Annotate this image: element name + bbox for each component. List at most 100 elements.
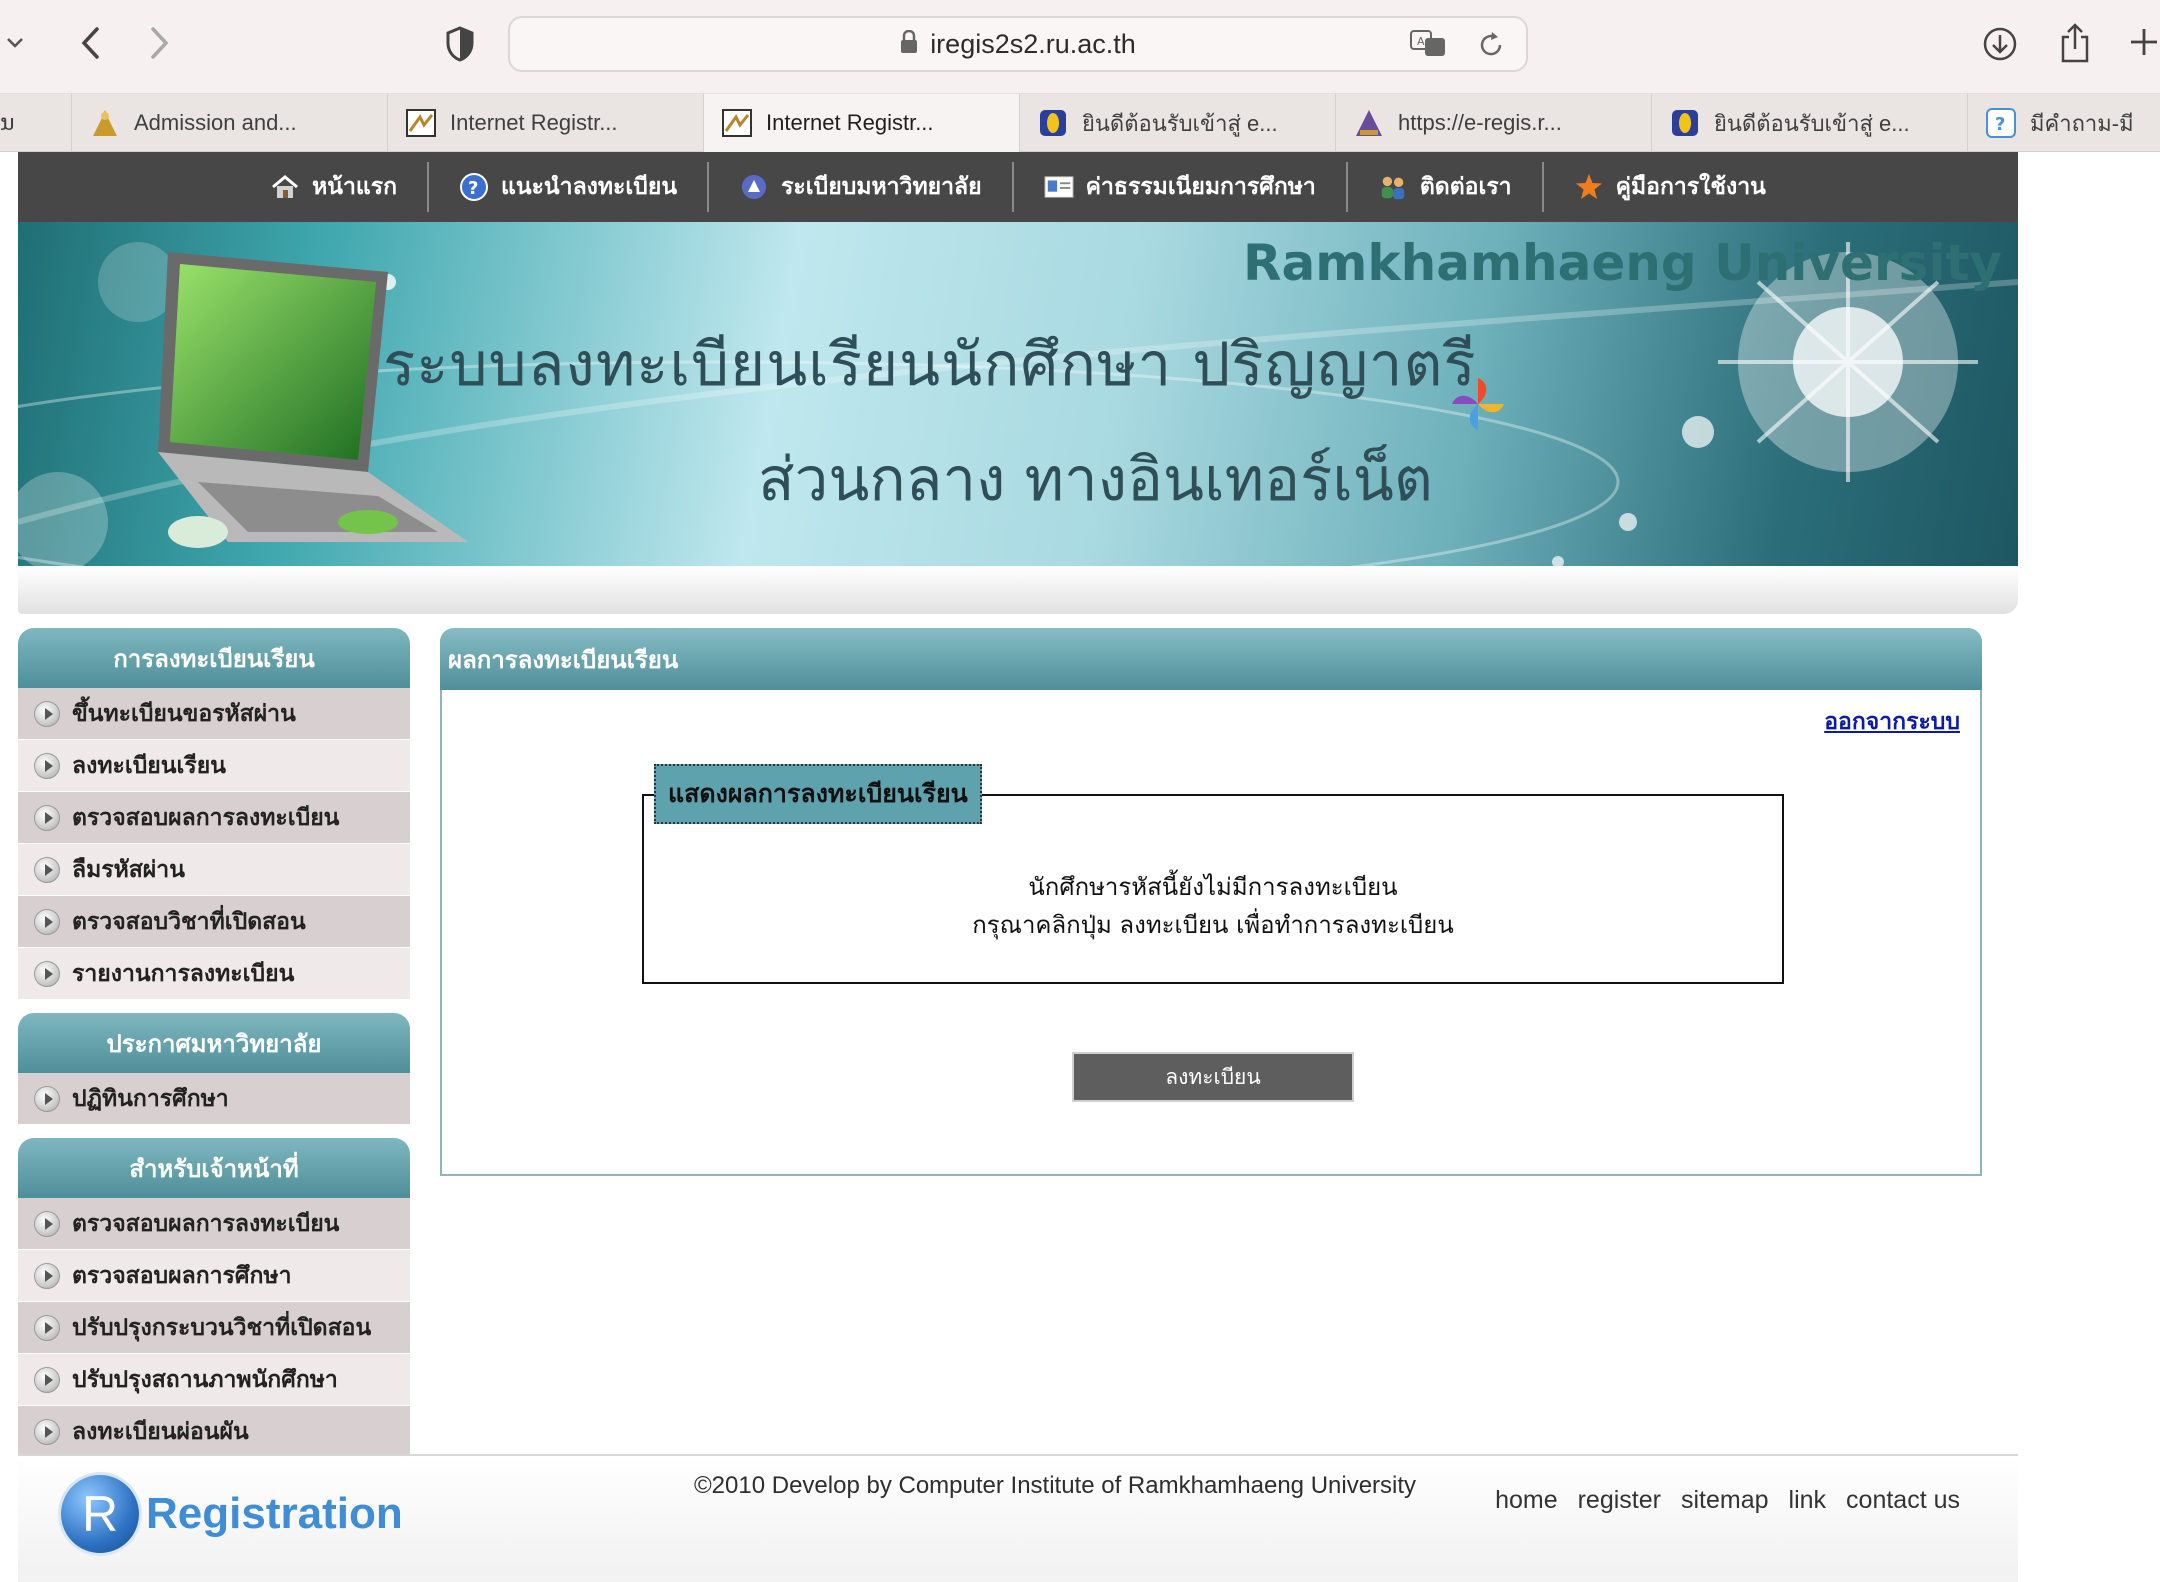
- footer-link-contact[interactable]: contact us: [1846, 1486, 1960, 1515]
- question-favicon-icon: ?: [1986, 108, 2016, 138]
- downloads-icon[interactable]: [1980, 24, 2020, 64]
- arrow-bullet-icon: [34, 960, 60, 987]
- translate-icon[interactable]: A: [1410, 29, 1448, 63]
- footer-link-home[interactable]: home: [1495, 1486, 1558, 1515]
- sidebar-item-label: ตรวจสอบวิชาที่เปิดสอน: [72, 908, 306, 935]
- nav-contact-us[interactable]: ติดต่อเรา: [1348, 162, 1544, 212]
- ru-emblem-icon: [90, 108, 120, 138]
- nav-label: ค่าธรรมเนียมการศึกษา: [1085, 174, 1316, 200]
- arrow-bullet-icon: [34, 1210, 60, 1237]
- logout-link[interactable]: ออกจากระบบ: [1824, 704, 1960, 740]
- panel-title: ผลการลงทะเบียนเรียน: [440, 628, 1982, 690]
- nav-label: แนะนำลงทะเบียน: [501, 174, 678, 200]
- back-icon[interactable]: [70, 20, 110, 66]
- registration-logo: R Registration: [58, 1472, 403, 1556]
- nav-label: ติดต่อเรา: [1419, 174, 1512, 200]
- svg-text:?: ?: [1995, 114, 2005, 135]
- copyright-text: ©2010 Develop by Computer Institute of R…: [694, 1472, 1417, 1499]
- footer-link-sitemap[interactable]: sitemap: [1681, 1486, 1769, 1515]
- tab-internet-registration-2[interactable]: Internet Registr...: [704, 94, 1020, 152]
- new-tab-plus-icon[interactable]: [2128, 22, 2160, 62]
- nav-tuition-fees[interactable]: ค่าธรรมเนียมการศึกษา: [1014, 162, 1348, 212]
- footer-link-register[interactable]: register: [1578, 1486, 1661, 1515]
- forward-icon[interactable]: [140, 20, 180, 66]
- sidebar-section-title: ประกาศมหาวิทยาลัย: [18, 1013, 410, 1073]
- nav-label: หน้าแรก: [312, 174, 398, 200]
- sidebar-item-label: ลงทะเบียนเรียน: [72, 752, 226, 779]
- rules-icon: [739, 172, 769, 202]
- arrow-bullet-icon: [34, 804, 60, 831]
- footer-link-link[interactable]: link: [1789, 1486, 1827, 1515]
- sidebar-item-label: ลงทะเบียนผ่อนผัน: [72, 1418, 249, 1445]
- sidebar-item-check-registration[interactable]: ตรวจสอบผลการลงทะเบียน: [18, 792, 410, 844]
- sidebar-item-staff-check-grades[interactable]: ตรวจสอบผลการศึกษา: [18, 1250, 410, 1302]
- registration-result-panel: ผลการลงทะเบียนเรียน ออกจากระบบ แสดงผลการ…: [440, 628, 1982, 1176]
- tab-admission[interactable]: Admission and...: [72, 94, 388, 152]
- sidebar-item-staff-update-status[interactable]: ปรับปรุงสถานภาพนักศึกษา: [18, 1354, 410, 1406]
- tab-label: https://e-regis.r...: [1398, 110, 1562, 135]
- sidebar-item-request-password[interactable]: ขึ้นทะเบียนขอรหัสผ่าน: [18, 688, 410, 740]
- fee-card-icon: [1044, 172, 1074, 202]
- sidebar-item-staff-check-registration[interactable]: ตรวจสอบผลการลงทะเบียน: [18, 1198, 410, 1250]
- arrow-bullet-icon: [34, 1418, 60, 1445]
- tab-label: ນ: [0, 110, 15, 135]
- sidebar-item-label: ลืมรหัสผ่าน: [72, 856, 185, 883]
- tab-partial-left[interactable]: ນ: [0, 94, 72, 152]
- sidebar-item-label: ตรวจสอบผลการลงทะเบียน: [72, 804, 340, 831]
- tab-internet-registration-1[interactable]: Internet Registr...: [388, 94, 704, 152]
- sidebar-item-staff-deferred-registration[interactable]: ลงทะเบียนผ่อนผัน: [18, 1406, 410, 1458]
- lock-icon: [900, 29, 918, 58]
- nav-home[interactable]: หน้าแรก: [240, 162, 430, 212]
- arrow-bullet-icon: [34, 1314, 60, 1341]
- help-icon: ?: [459, 172, 489, 202]
- tab-overview-chevron-icon[interactable]: [0, 28, 30, 58]
- sidebar-item-register[interactable]: ลงทะเบียนเรียน: [18, 740, 410, 792]
- nav-university-rules[interactable]: ระเบียบมหาวิทยาลัย: [709, 162, 1014, 212]
- sidebar-item-label: รายงานการลงทะเบียน: [72, 960, 295, 987]
- tab-label: Admission and...: [134, 110, 297, 135]
- tab-welcome-e-1[interactable]: ยินดีต้อนรับเข้าสู่ e...: [1020, 94, 1336, 152]
- address-bar[interactable]: iregis2s2.ru.ac.th A: [508, 16, 1528, 72]
- nav-user-manual[interactable]: คู่มือการใช้งาน: [1544, 162, 1796, 212]
- arrow-bullet-icon: [34, 700, 60, 727]
- url-text: iregis2s2.ru.ac.th: [930, 28, 1136, 59]
- tab-e-regis[interactable]: https://e-regis.r...: [1336, 94, 1652, 152]
- reload-icon[interactable]: [1476, 30, 1506, 64]
- sidebar-section-title: สำหรับเจ้าหน้าที่: [18, 1138, 410, 1198]
- tab-welcome-e-2[interactable]: ยินดีต้อนรับเข้าสู่ e...: [1652, 94, 1968, 152]
- sidebar-item-label: ตรวจสอบผลการศึกษา: [72, 1262, 292, 1289]
- sidebar-item-label: ขึ้นทะเบียนขอรหัสผ่าน: [72, 700, 296, 727]
- browser-toolbar: iregis2s2.ru.ac.th A: [0, 0, 2160, 94]
- top-navigation: หน้าแรก ? แนะนำลงทะเบียน ระเบียบมหาวิทยา…: [18, 152, 2018, 222]
- star-icon: [1574, 172, 1604, 202]
- svg-text:A: A: [1417, 35, 1425, 48]
- sidebar-item-check-courses[interactable]: ตรวจสอบวิชาที่เปิดสอน: [18, 896, 410, 948]
- nav-registration-guide[interactable]: ? แนะนำลงทะเบียน: [429, 162, 710, 212]
- arrow-bullet-icon: [34, 1262, 60, 1289]
- tab-faq[interactable]: ? มีคำถาม-มี: [1968, 94, 2160, 152]
- sidebar-item-academic-calendar[interactable]: ปฏิทินการศึกษา: [18, 1073, 410, 1125]
- share-icon[interactable]: [2055, 20, 2095, 66]
- sidebar-item-staff-update-courses[interactable]: ปรับปรุงกระบวนวิชาที่เปิดสอน: [18, 1302, 410, 1354]
- arrow-bullet-icon: [34, 856, 60, 883]
- tab-bar: ນ Admission and... Internet Registr... I…: [0, 94, 2160, 152]
- e-portal-favicon-icon: [1670, 108, 1700, 138]
- nav-label: ระเบียบมหาวิทยาลัย: [781, 174, 982, 200]
- arrow-bullet-icon: [34, 908, 60, 935]
- privacy-shield-icon[interactable]: [440, 24, 480, 64]
- sidebar-item-registration-report[interactable]: รายงานการลงทะเบียน: [18, 948, 410, 1000]
- sidebar: การลงทะเบียนเรียน ขึ้นทะเบียนขอรหัสผ่าน …: [18, 628, 410, 1458]
- registration-favicon-icon: [722, 108, 752, 138]
- sidebar-item-label: ปรับปรุงกระบวนวิชาที่เปิดสอน: [72, 1314, 372, 1341]
- sidebar-item-forgot-password[interactable]: ลืมรหัสผ่าน: [18, 844, 410, 896]
- footer: R Registration ©2010 Develop by Computer…: [18, 1454, 2018, 1582]
- people-icon: [1378, 172, 1408, 202]
- register-button[interactable]: ลงทะเบียน: [1072, 1052, 1354, 1102]
- sidebar-item-label: ตรวจสอบผลการลงทะเบียน: [72, 1210, 340, 1237]
- banner-bottom-bar: [18, 566, 2018, 614]
- message-line1: นักศึกษารหัสนี้ยังไม่มีการลงทะเบียน: [1028, 873, 1398, 901]
- arrow-bullet-icon: [34, 1366, 60, 1393]
- registration-logo-text: Registration: [146, 1489, 403, 1538]
- tab-label: Internet Registr...: [766, 110, 934, 135]
- arrow-bullet-icon: [34, 752, 60, 779]
